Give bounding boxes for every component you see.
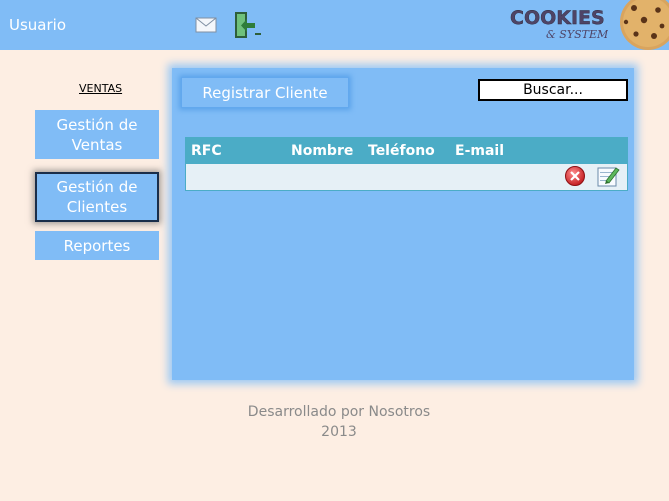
user-label[interactable]: Usuario: [9, 16, 66, 34]
sidebar-item-label: Gestión de: [56, 115, 138, 134]
sidebar-item-label: Gestión de: [56, 178, 138, 196]
footer: Desarrollado por Nosotros 2013: [230, 402, 448, 442]
column-header-nombre: Nombre: [291, 143, 354, 159]
cookie-icon: [614, 0, 669, 54]
sidebar-item-label: Reportes: [63, 236, 131, 255]
sidebar-item-label: Clientes: [66, 198, 128, 216]
ventas-section-title: VENTAS: [79, 82, 123, 95]
search-input[interactable]: [478, 79, 628, 101]
cookies-system-logo: COOKIES & SYSTEM: [510, 7, 608, 41]
delete-icon[interactable]: [564, 165, 586, 191]
column-header-rfc: RFC: [191, 143, 222, 159]
clients-table-header: RFC Nombre Teléfono E-mail: [185, 137, 628, 164]
table-row: [185, 164, 628, 191]
footer-credit: Desarrollado por Nosotros: [247, 404, 431, 420]
svg-text:& SYSTEM: & SYSTEM: [546, 28, 608, 41]
sidebar-item-gestion-clientes[interactable]: Gestión de Clientes: [35, 172, 159, 222]
column-header-email: E-mail: [455, 143, 505, 159]
edit-icon[interactable]: [596, 164, 620, 192]
logout-icon[interactable]: [233, 10, 263, 44]
footer-year: 2013: [321, 424, 357, 440]
column-header-telefono: Teléfono: [368, 143, 435, 159]
sidebar-item-gestion-ventas[interactable]: Gestión de Ventas: [35, 110, 159, 159]
sidebar-item-reportes[interactable]: Reportes: [35, 231, 159, 260]
svg-text:COOKIES: COOKIES: [510, 7, 605, 29]
register-client-button[interactable]: Registrar Cliente: [181, 77, 349, 108]
top-header: Usuario COOKIES & SYSTEM: [0, 0, 669, 50]
sidebar-item-label: Ventas: [71, 135, 123, 154]
mail-icon[interactable]: [195, 17, 217, 37]
clientes-panel: [172, 68, 634, 380]
